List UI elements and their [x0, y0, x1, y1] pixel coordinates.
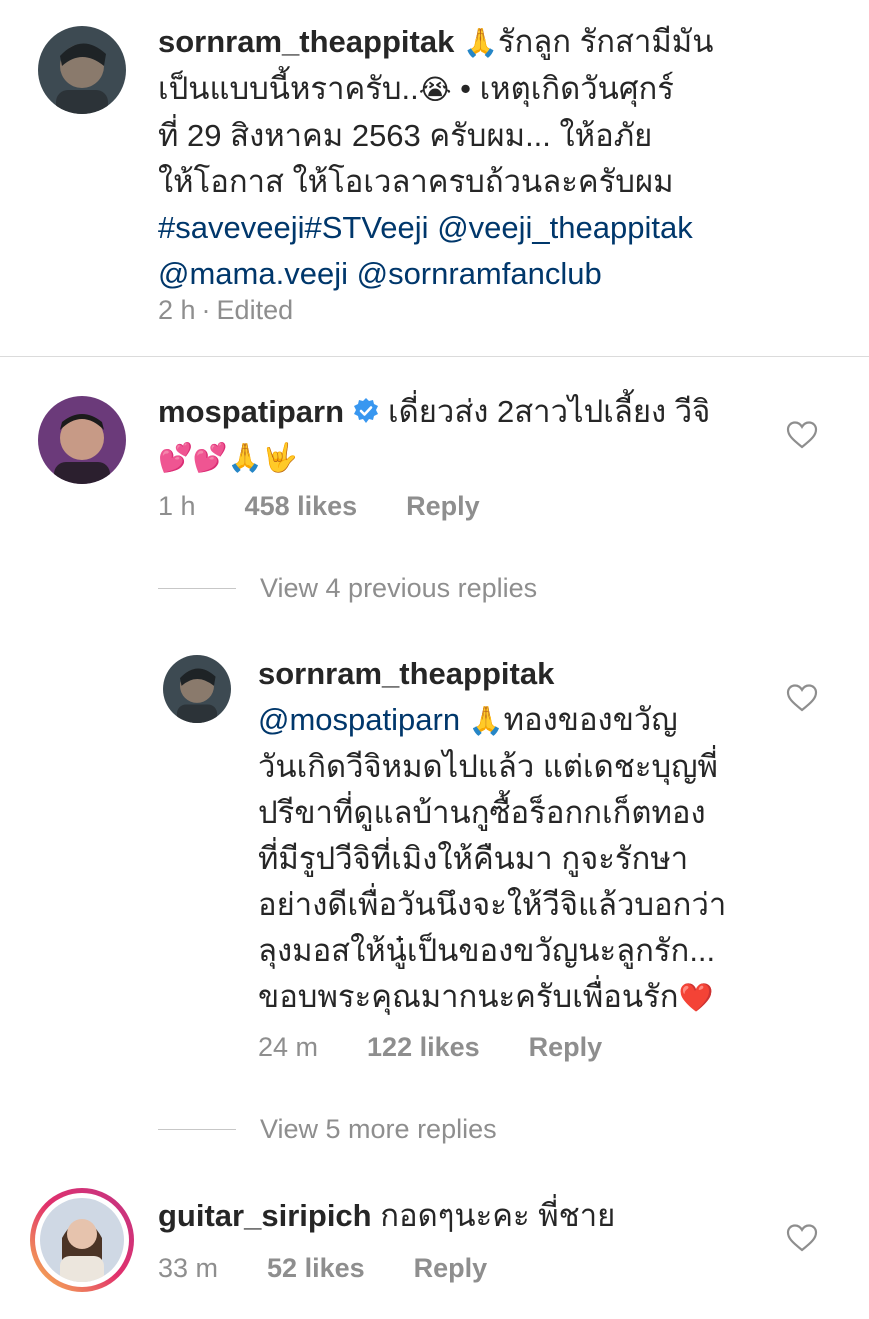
reply-button[interactable]: Reply: [414, 1253, 488, 1284]
avatar-image: [38, 396, 126, 484]
avatar-image: [38, 26, 126, 114]
thread-line: [158, 587, 236, 589]
comment-emojis: 💕💕🙏🤟: [158, 441, 298, 474]
comments-screen: sornram_theappitak 🙏รักลูก รักสามีมัน เป…: [0, 0, 869, 1319]
like-heart-icon[interactable]: [786, 683, 818, 713]
mention-mama-veeji[interactable]: @mama.veeji: [158, 256, 348, 291]
comment-likes[interactable]: 458 likes: [245, 491, 358, 522]
like-heart-icon[interactable]: [786, 1223, 818, 1253]
reply-button[interactable]: Reply: [529, 1032, 603, 1063]
caption-line-2: เป็นแบบนี้หราครับ..: [158, 71, 419, 106]
comment-time: 1 h: [158, 490, 196, 521]
post-time: 2 h: [158, 294, 196, 325]
reply-likes[interactable]: 122 likes: [367, 1032, 480, 1063]
thread-line: [158, 1128, 236, 1130]
view-previous-label[interactable]: View 4 previous replies: [260, 573, 537, 604]
view-more-replies[interactable]: View 5 more replies: [158, 1110, 497, 1148]
caption-line-4: ให้โอกาส ให้โอเวลาครบถ้วนละครับผม: [158, 164, 674, 199]
comment2-likes[interactable]: 52 likes: [267, 1253, 365, 1284]
red-heart-emoji: ❤️: [678, 981, 714, 1014]
reply-line-7: ขอบพระคุณมากนะครับเพื่อนรัก: [258, 979, 679, 1014]
edited-label: Edited: [216, 294, 294, 325]
comment-mospatiparn: mospatiparn เดี่ยวส่ง 2สาวไปเลี้ยง วีจิ 💕…: [158, 389, 768, 481]
comment1-meta: 1 h 458 likes Reply: [158, 487, 480, 525]
comment2-meta: 33 m 52 likes Reply: [158, 1249, 487, 1287]
post-caption: sornram_theappitak 🙏รักลูก รักสามีมัน เป…: [158, 19, 758, 297]
reply-line-3: ปรีขาที่ดูแลบ้านกูซื้อร็อกกเก็ตทอง: [258, 795, 706, 830]
comment2-time: 33 m: [158, 1252, 219, 1283]
post-meta: 2 h · Edited: [158, 292, 293, 328]
mention-veeji[interactable]: @veeji_theappitak: [437, 210, 693, 245]
reply-button[interactable]: Reply: [406, 491, 480, 522]
view-more-label[interactable]: View 5 more replies: [260, 1114, 497, 1145]
caption-divider: [0, 356, 869, 357]
meta-separator: ·: [201, 294, 211, 325]
avatar-guitar-siripich[interactable]: [30, 1188, 134, 1292]
caption-line-1: รักลูก รักสามีมัน: [497, 24, 714, 59]
comment-username[interactable]: mospatiparn: [158, 394, 344, 429]
mention-sornramfanclub[interactable]: @sornramfanclub: [357, 256, 602, 291]
verified-badge-icon: [352, 392, 380, 423]
post-username[interactable]: sornram_theappitak: [158, 24, 454, 59]
comment2-username[interactable]: guitar_siripich: [158, 1198, 372, 1233]
hashtags-link[interactable]: #saveveeji#STVeeji: [158, 210, 429, 245]
reply-mention[interactable]: @mospatiparn: [258, 702, 460, 737]
reply-line-4: ที่มีรูปวีจิที่เมิงให้คืนมา กูจะรักษา: [258, 841, 689, 876]
avatar-photo: [40, 1198, 124, 1282]
view-previous-replies[interactable]: View 4 previous replies: [158, 569, 537, 607]
crying-emoji: 😭: [418, 73, 452, 106]
reply-line-5: อย่างดีเพื่อวันนึงจะให้วีจิแล้วบอกว่า: [258, 887, 727, 922]
pray-emoji: 🙏: [462, 26, 498, 59]
reply-line-1: ทองของขวัญ: [503, 702, 678, 737]
comment-text: เดี่ยวส่ง 2สาวไปเลี้ยง วีจิ: [388, 394, 711, 429]
reply-line-2: วันเกิดวีจิหมดไปแล้ว แต่เดชะบุญพี่: [258, 749, 718, 784]
comment2-text: กอดๆนะคะ พี่ชาย: [380, 1198, 616, 1233]
reply-line-6: ลุงมอสให้นู๋เป็นของขวัญนะลูกรัก...: [258, 933, 716, 968]
comment-guitar-siripich: guitar_siripich กอดๆนะคะ พี่ชาย: [158, 1193, 758, 1239]
pray-emoji: 🙏: [468, 704, 504, 737]
caption-line-2b: • เหตุเกิดวันศุกร์: [451, 71, 674, 106]
reply-username[interactable]: sornram_theappitak: [258, 651, 758, 697]
avatar-sornram-reply[interactable]: [163, 655, 231, 723]
caption-line-3: ที่ 29 สิงหาคม 2563 ครับผม... ให้อภัย: [158, 118, 653, 153]
avatar-image: [163, 655, 231, 723]
like-heart-icon[interactable]: [786, 420, 818, 450]
avatar-mospatiparn[interactable]: [38, 396, 126, 484]
reply-time: 24 m: [258, 1031, 319, 1062]
reply-sornram: sornram_theappitak @mospatiparn 🙏ทองของข…: [258, 651, 758, 1021]
reply1-meta: 24 m 122 likes Reply: [258, 1028, 602, 1066]
avatar-sornram[interactable]: [38, 26, 126, 114]
